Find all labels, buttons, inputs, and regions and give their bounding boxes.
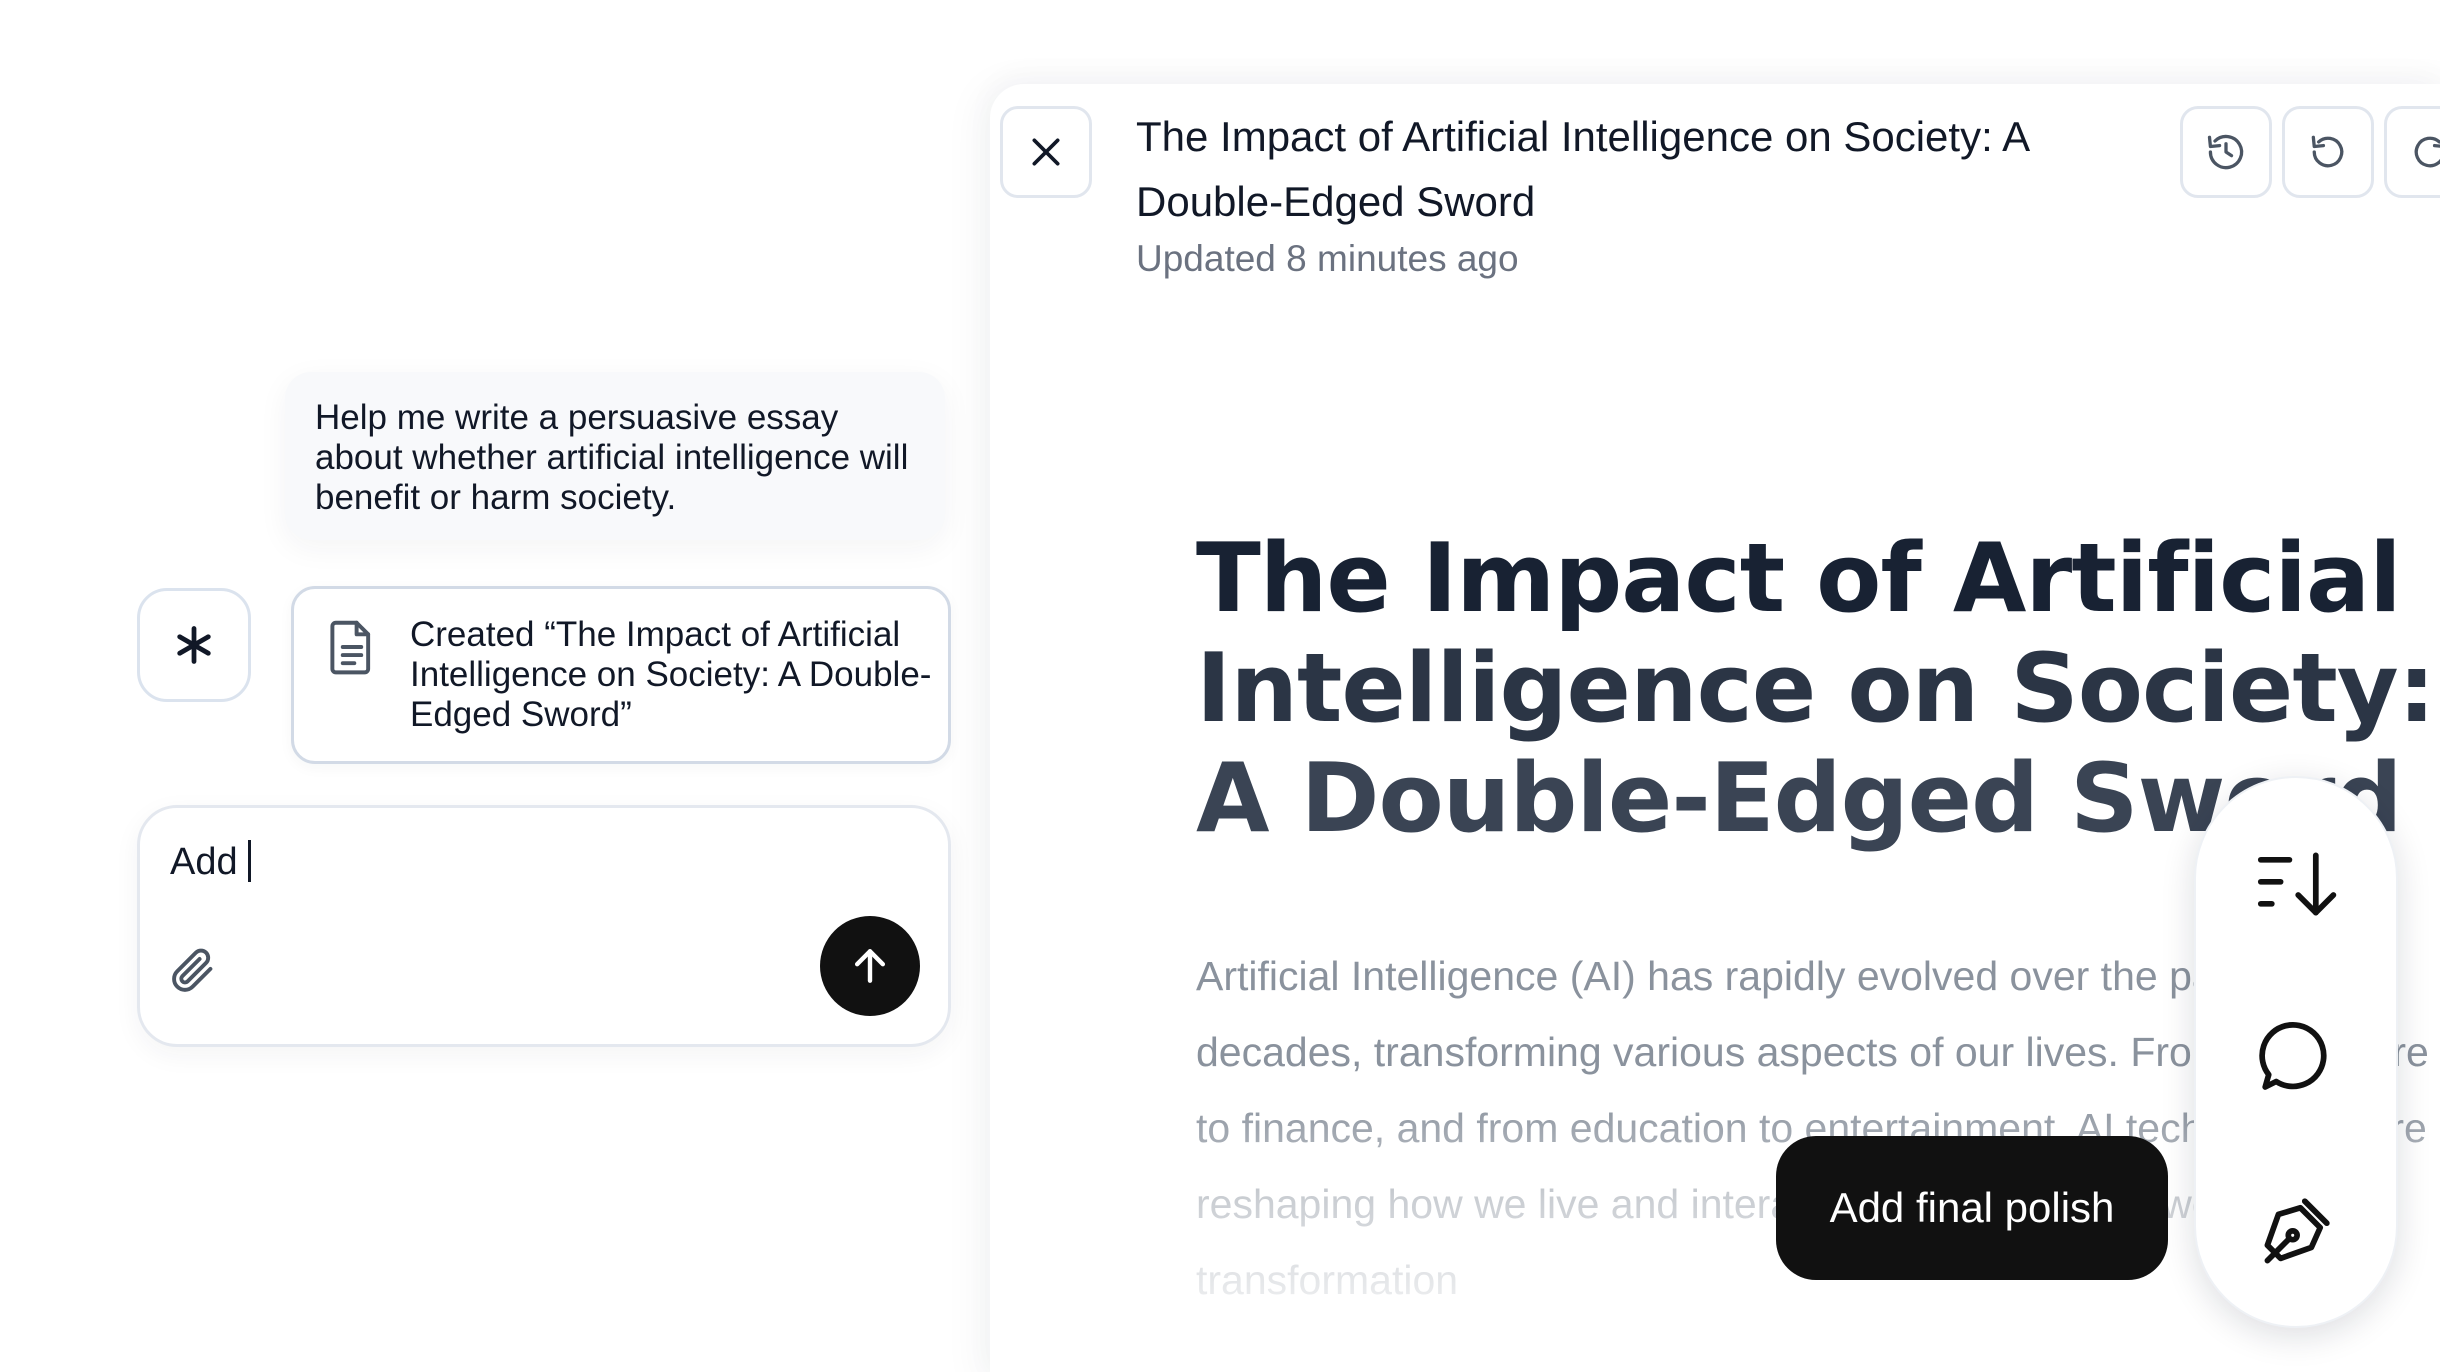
- text-caret: [247, 840, 251, 882]
- polish-tooltip: Add final polish: [1776, 1136, 2168, 1280]
- user-message: Help me write a persuasive essay about w…: [285, 372, 945, 540]
- redo-icon: [2414, 136, 2440, 168]
- send-button[interactable]: [820, 916, 920, 1016]
- close-artifact-button[interactable]: [1000, 106, 1092, 198]
- close-icon: [1032, 138, 1060, 166]
- last-updated: Updated 8 minutes ago: [1136, 238, 1519, 279]
- artifact-card[interactable]: Created “The Impact of Artificial Intell…: [291, 586, 951, 764]
- assistant-avatar: [137, 588, 251, 702]
- paperclip-icon[interactable]: [166, 944, 218, 996]
- floating-toolbar: [2194, 776, 2398, 1328]
- composer-value: Add: [170, 841, 238, 883]
- composer-input[interactable]: Add: [170, 838, 251, 886]
- suggest-edits-button[interactable]: [2246, 1004, 2346, 1104]
- polish-tooltip-label: Add final polish: [1829, 1184, 2115, 1231]
- history-icon: [2207, 134, 2244, 170]
- pen-icon: [2264, 1198, 2330, 1264]
- adjust-length-button[interactable]: [2246, 834, 2346, 934]
- redo-button[interactable]: [2384, 106, 2440, 198]
- document-title-line: Intelligence on Society:: [1196, 634, 2436, 744]
- version-history-button[interactable]: [2180, 106, 2272, 198]
- adjust-length-icon: [2257, 852, 2337, 916]
- arrow-up-icon: [854, 949, 886, 983]
- asterisk-icon: [177, 626, 211, 664]
- document-icon: [330, 620, 371, 675]
- message-composer: Add: [137, 805, 951, 1047]
- artifact-header-title: The Impact of Artificial Intelligence on…: [1136, 113, 2028, 225]
- artifact-card-label: Created “The Impact of Artificial Intell…: [410, 615, 932, 734]
- final-polish-button[interactable]: [2246, 1182, 2346, 1282]
- undo-icon: [2311, 135, 2344, 168]
- user-message-text: Help me write a persuasive essay about w…: [315, 398, 909, 517]
- comment-icon: [2259, 1021, 2327, 1090]
- document-title-line: The Impact of Artificial: [1196, 524, 2402, 634]
- chat-pane: Help me write a persuasive essay about w…: [0, 0, 990, 1372]
- undo-button[interactable]: [2282, 106, 2374, 198]
- app-window: Help me write a persuasive essay about w…: [0, 0, 2440, 1372]
